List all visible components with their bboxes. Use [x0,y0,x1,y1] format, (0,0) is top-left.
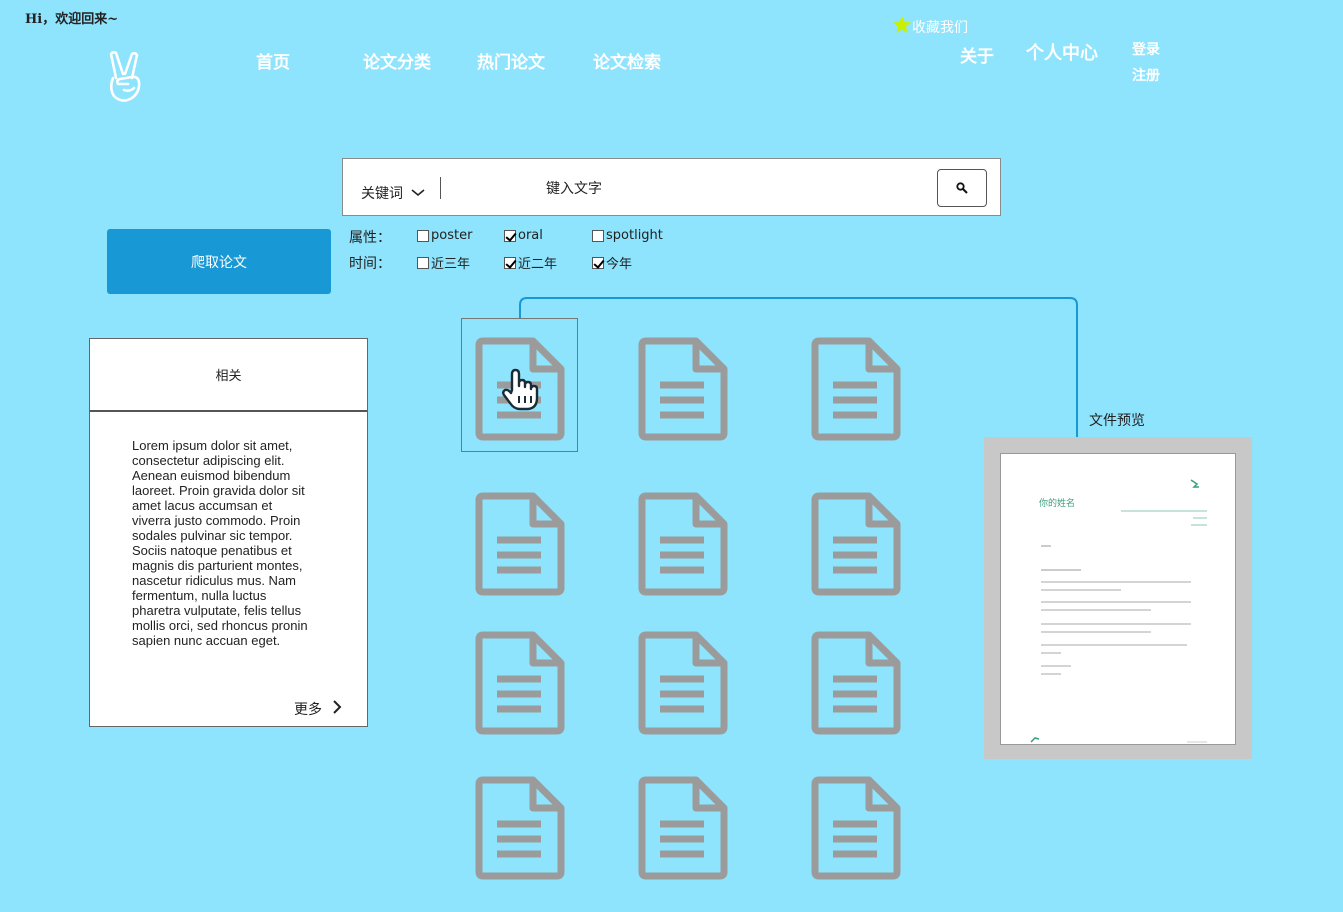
checkbox-box[interactable] [417,256,429,269]
checkbox-poster[interactable]: poster [417,228,472,243]
checkbox-box[interactable] [504,229,516,242]
more-link[interactable]: 更多 [294,699,342,719]
more-label: 更多 [294,702,322,718]
register-link[interactable]: 注册 [1132,65,1160,85]
login-link[interactable]: 登录 [1132,39,1160,59]
chevron-right-icon [332,699,342,719]
nav-about[interactable]: 关于 [960,42,994,67]
related-text: Lorem ipsum dolor sit amet, consectetur … [132,438,308,648]
nav-home[interactable]: 首页 [256,48,290,73]
chevron-down-icon [411,185,425,201]
search-type-select[interactable]: 关键词 [361,183,425,203]
search-icon [956,179,968,198]
file-preview-panel: 你的姓名 [984,437,1252,759]
search-type-label: 关键词 [361,186,403,202]
document-icon[interactable] [811,631,901,735]
document-icon[interactable] [638,492,728,596]
document-icon[interactable] [475,492,565,596]
search-bar: 关键词 键入文字 [342,158,1001,216]
file-preview-label: 文件预览 [1089,413,1145,429]
checkbox-label: 近二年 [518,257,558,272]
pointer-hand-icon [500,368,540,412]
document-icon[interactable] [475,631,565,735]
checkbox-last-three-years[interactable]: 近三年 [417,253,470,272]
preview-connector-line [519,297,1078,447]
time-filter-label: 时间： [349,256,391,272]
crawl-papers-button[interactable]: 爬取论文 [107,229,331,294]
search-divider [440,177,441,199]
checkbox-box[interactable] [592,256,604,269]
related-title: 相关 [90,339,367,412]
nav-paper-category[interactable]: 论文分类 [363,48,431,73]
preview-document-lines [1030,479,1207,743]
checkbox-label: oral [518,228,543,243]
related-panel: 相关 Lorem ipsum dolor sit amet, consectet… [89,338,368,727]
star-icon [892,15,912,39]
document-icon[interactable] [811,492,901,596]
document-icon[interactable] [811,776,901,880]
checkbox-this-year[interactable]: 今年 [592,253,632,272]
nav-hot-papers[interactable]: 热门论文 [477,48,545,73]
greeting-text: Hi，欢迎回来~ [25,12,119,27]
document-icon[interactable] [475,776,565,880]
checkbox-label: spotlight [606,228,663,243]
checkbox-box[interactable] [417,229,429,242]
checkbox-label: 今年 [606,257,633,272]
search-input[interactable]: 键入文字 [546,178,602,198]
checkbox-last-two-years[interactable]: 近二年 [504,253,557,272]
favorite-link[interactable]: 收藏我们 [892,15,968,39]
checkbox-box[interactable] [592,229,604,242]
document-icon[interactable] [638,631,728,735]
attribute-filter-label: 属性： [349,230,391,246]
document-icon[interactable] [638,776,728,880]
favorite-label: 收藏我们 [912,20,968,36]
document-icon[interactable] [811,337,901,441]
peace-hand-logo[interactable] [104,48,148,104]
document-icon[interactable] [638,337,728,441]
preview-page: 你的姓名 [1000,453,1236,745]
checkbox-box[interactable] [504,256,516,269]
checkbox-label: poster [431,228,473,243]
search-button[interactable] [937,169,987,207]
checkbox-spotlight[interactable]: spotlight [592,228,663,243]
checkbox-oral[interactable]: oral [504,228,543,243]
nav-personal-center[interactable]: 个人中心 [1026,39,1098,65]
nav-paper-search[interactable]: 论文检索 [593,48,661,73]
checkbox-label: 近三年 [431,257,471,272]
